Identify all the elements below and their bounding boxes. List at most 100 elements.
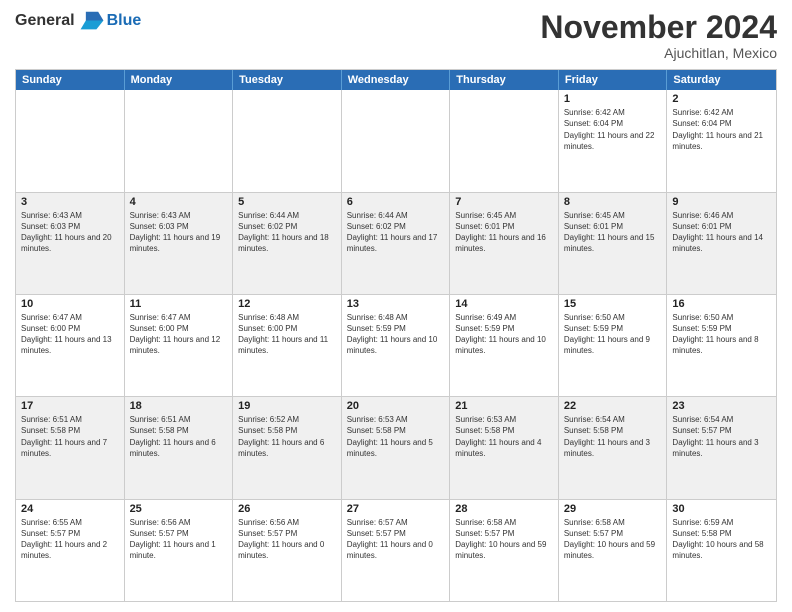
day-info: Sunrise: 6:54 AM Sunset: 5:58 PM Dayligh… <box>564 414 662 459</box>
day-info: Sunrise: 6:45 AM Sunset: 6:01 PM Dayligh… <box>455 210 553 255</box>
day-number: 16 <box>672 298 771 310</box>
cal-cell: 8Sunrise: 6:45 AM Sunset: 6:01 PM Daylig… <box>559 193 668 294</box>
day-info: Sunrise: 6:51 AM Sunset: 5:58 PM Dayligh… <box>21 414 119 459</box>
day-info: Sunrise: 6:58 AM Sunset: 5:57 PM Dayligh… <box>455 517 553 562</box>
day-info: Sunrise: 6:56 AM Sunset: 5:57 PM Dayligh… <box>238 517 336 562</box>
day-info: Sunrise: 6:50 AM Sunset: 5:59 PM Dayligh… <box>564 312 662 357</box>
day-number: 18 <box>130 400 228 412</box>
cal-row-5: 24 Sunrise: 6:55 AM Sunset: 5:57 PM Dayli… <box>16 499 776 601</box>
cal-row-1: 1 Sunrise: 6:42 AM Sunset: 6:04 PM Daylig… <box>16 90 776 191</box>
day-number: 7 <box>455 196 553 208</box>
cal-cell: 25 Sunrise: 6:56 AM Sunset: 5:57 PM Dayli… <box>125 500 234 601</box>
day-info: Sunrise: 6:43 AM Sunset: 6:03 PM Dayligh… <box>21 210 119 255</box>
header-wednesday: Wednesday <box>342 70 451 90</box>
day-number: 3 <box>21 196 119 208</box>
day-number: 10 <box>21 298 119 310</box>
cal-cell <box>342 90 451 191</box>
day-number: 20 <box>347 400 445 412</box>
month-title: November 2024 <box>540 10 777 45</box>
cal-cell: 27Sunrise: 6:57 AM Sunset: 5:57 PM Dayli… <box>342 500 451 601</box>
day-info: Sunrise: 6:44 AM Sunset: 6:02 PM Dayligh… <box>347 210 445 255</box>
day-number: 15 <box>564 298 662 310</box>
day-number: 23 <box>672 400 771 412</box>
cal-cell: 19 Sunrise: 6:52 AM Sunset: 5:58 PM Dayli… <box>233 397 342 498</box>
cal-row-3: 10 Sunrise: 6:47 AM Sunset: 6:00 PM Dayli… <box>16 294 776 396</box>
cal-cell: 22 Sunrise: 6:54 AM Sunset: 5:58 PM Dayli… <box>559 397 668 498</box>
cal-cell: 4 Sunrise: 6:43 AM Sunset: 6:03 PM Daylig… <box>125 193 234 294</box>
day-number: 6 <box>347 196 445 208</box>
header-saturday: Saturday <box>667 70 776 90</box>
day-info: Sunrise: 6:52 AM Sunset: 5:58 PM Dayligh… <box>238 414 336 459</box>
cal-cell: 18 Sunrise: 6:51 AM Sunset: 5:58 PM Dayli… <box>125 397 234 498</box>
day-info: Sunrise: 6:51 AM Sunset: 5:58 PM Dayligh… <box>130 414 228 459</box>
title-section: November 2024 Ajuchitlan, Mexico <box>540 10 777 61</box>
day-number: 8 <box>564 196 662 208</box>
day-number: 11 <box>130 298 228 310</box>
cal-cell: 1 Sunrise: 6:42 AM Sunset: 6:04 PM Daylig… <box>559 90 668 191</box>
cal-row-2: 3 Sunrise: 6:43 AM Sunset: 6:03 PM Daylig… <box>16 192 776 294</box>
day-number: 12 <box>238 298 336 310</box>
cal-cell: 14Sunrise: 6:49 AM Sunset: 5:59 PM Dayli… <box>450 295 559 396</box>
header-monday: Monday <box>125 70 234 90</box>
day-number: 17 <box>21 400 119 412</box>
day-info: Sunrise: 6:58 AM Sunset: 5:57 PM Dayligh… <box>564 517 662 562</box>
day-info: Sunrise: 6:43 AM Sunset: 6:03 PM Dayligh… <box>130 210 228 255</box>
cal-cell: 28 Sunrise: 6:58 AM Sunset: 5:57 PM Dayli… <box>450 500 559 601</box>
day-number: 19 <box>238 400 336 412</box>
day-info: Sunrise: 6:53 AM Sunset: 5:58 PM Dayligh… <box>455 414 553 459</box>
day-info: Sunrise: 6:57 AM Sunset: 5:57 PM Dayligh… <box>347 517 445 562</box>
day-info: Sunrise: 6:44 AM Sunset: 6:02 PM Dayligh… <box>238 210 336 255</box>
day-number: 14 <box>455 298 553 310</box>
cal-cell <box>125 90 234 191</box>
cal-cell: 24 Sunrise: 6:55 AM Sunset: 5:57 PM Dayli… <box>16 500 125 601</box>
day-info: Sunrise: 6:59 AM Sunset: 5:58 PM Dayligh… <box>672 517 771 562</box>
cal-cell: 11 Sunrise: 6:47 AM Sunset: 6:00 PM Dayli… <box>125 295 234 396</box>
day-info: Sunrise: 6:48 AM Sunset: 5:59 PM Dayligh… <box>347 312 445 357</box>
day-number: 25 <box>130 503 228 515</box>
cal-cell: 23Sunrise: 6:54 AM Sunset: 5:57 PM Dayli… <box>667 397 776 498</box>
cal-cell: 13 Sunrise: 6:48 AM Sunset: 5:59 PM Dayli… <box>342 295 451 396</box>
cal-cell: 17 Sunrise: 6:51 AM Sunset: 5:58 PM Dayli… <box>16 397 125 498</box>
cal-cell: 12 Sunrise: 6:48 AM Sunset: 6:00 PM Dayli… <box>233 295 342 396</box>
day-number: 24 <box>21 503 119 515</box>
day-number: 9 <box>672 196 771 208</box>
day-number: 29 <box>564 503 662 515</box>
day-number: 13 <box>347 298 445 310</box>
day-number: 22 <box>564 400 662 412</box>
day-info: Sunrise: 6:53 AM Sunset: 5:58 PM Dayligh… <box>347 414 445 459</box>
day-info: Sunrise: 6:47 AM Sunset: 6:00 PM Dayligh… <box>130 312 228 357</box>
cal-cell: 21 Sunrise: 6:53 AM Sunset: 5:58 PM Dayli… <box>450 397 559 498</box>
day-info: Sunrise: 6:46 AM Sunset: 6:01 PM Dayligh… <box>672 210 771 255</box>
day-number: 5 <box>238 196 336 208</box>
cal-cell <box>450 90 559 191</box>
day-info: Sunrise: 6:47 AM Sunset: 6:00 PM Dayligh… <box>21 312 119 357</box>
calendar-header: Sunday Monday Tuesday Wednesday Thursday… <box>16 70 776 90</box>
header-thursday: Thursday <box>450 70 559 90</box>
cal-cell <box>16 90 125 191</box>
cal-cell: 15 Sunrise: 6:50 AM Sunset: 5:59 PM Dayli… <box>559 295 668 396</box>
header: GeneralBlue November 2024 Ajuchitlan, Me… <box>15 10 777 61</box>
cal-cell: 3 Sunrise: 6:43 AM Sunset: 6:03 PM Daylig… <box>16 193 125 294</box>
day-number: 21 <box>455 400 553 412</box>
day-info: Sunrise: 6:55 AM Sunset: 5:57 PM Dayligh… <box>21 517 119 562</box>
day-number: 1 <box>564 93 662 105</box>
day-number: 26 <box>238 503 336 515</box>
day-info: Sunrise: 6:48 AM Sunset: 6:00 PM Dayligh… <box>238 312 336 357</box>
location: Ajuchitlan, Mexico <box>540 45 777 61</box>
cal-cell: 20 Sunrise: 6:53 AM Sunset: 5:58 PM Dayli… <box>342 397 451 498</box>
cal-row-4: 17 Sunrise: 6:51 AM Sunset: 5:58 PM Dayli… <box>16 396 776 498</box>
cal-cell: 2Sunrise: 6:42 AM Sunset: 6:04 PM Daylig… <box>667 90 776 191</box>
header-friday: Friday <box>559 70 668 90</box>
cal-cell: 5 Sunrise: 6:44 AM Sunset: 6:02 PM Daylig… <box>233 193 342 294</box>
day-number: 28 <box>455 503 553 515</box>
cal-cell: 7 Sunrise: 6:45 AM Sunset: 6:01 PM Daylig… <box>450 193 559 294</box>
day-info: Sunrise: 6:56 AM Sunset: 5:57 PM Dayligh… <box>130 517 228 562</box>
day-number: 4 <box>130 196 228 208</box>
day-info: Sunrise: 6:42 AM Sunset: 6:04 PM Dayligh… <box>564 107 662 152</box>
day-info: Sunrise: 6:50 AM Sunset: 5:59 PM Dayligh… <box>672 312 771 357</box>
logo-text: GeneralBlue <box>15 10 141 32</box>
header-tuesday: Tuesday <box>233 70 342 90</box>
cal-cell: 6 Sunrise: 6:44 AM Sunset: 6:02 PM Daylig… <box>342 193 451 294</box>
calendar-body: 1 Sunrise: 6:42 AM Sunset: 6:04 PM Daylig… <box>16 90 776 601</box>
day-number: 2 <box>672 93 771 105</box>
